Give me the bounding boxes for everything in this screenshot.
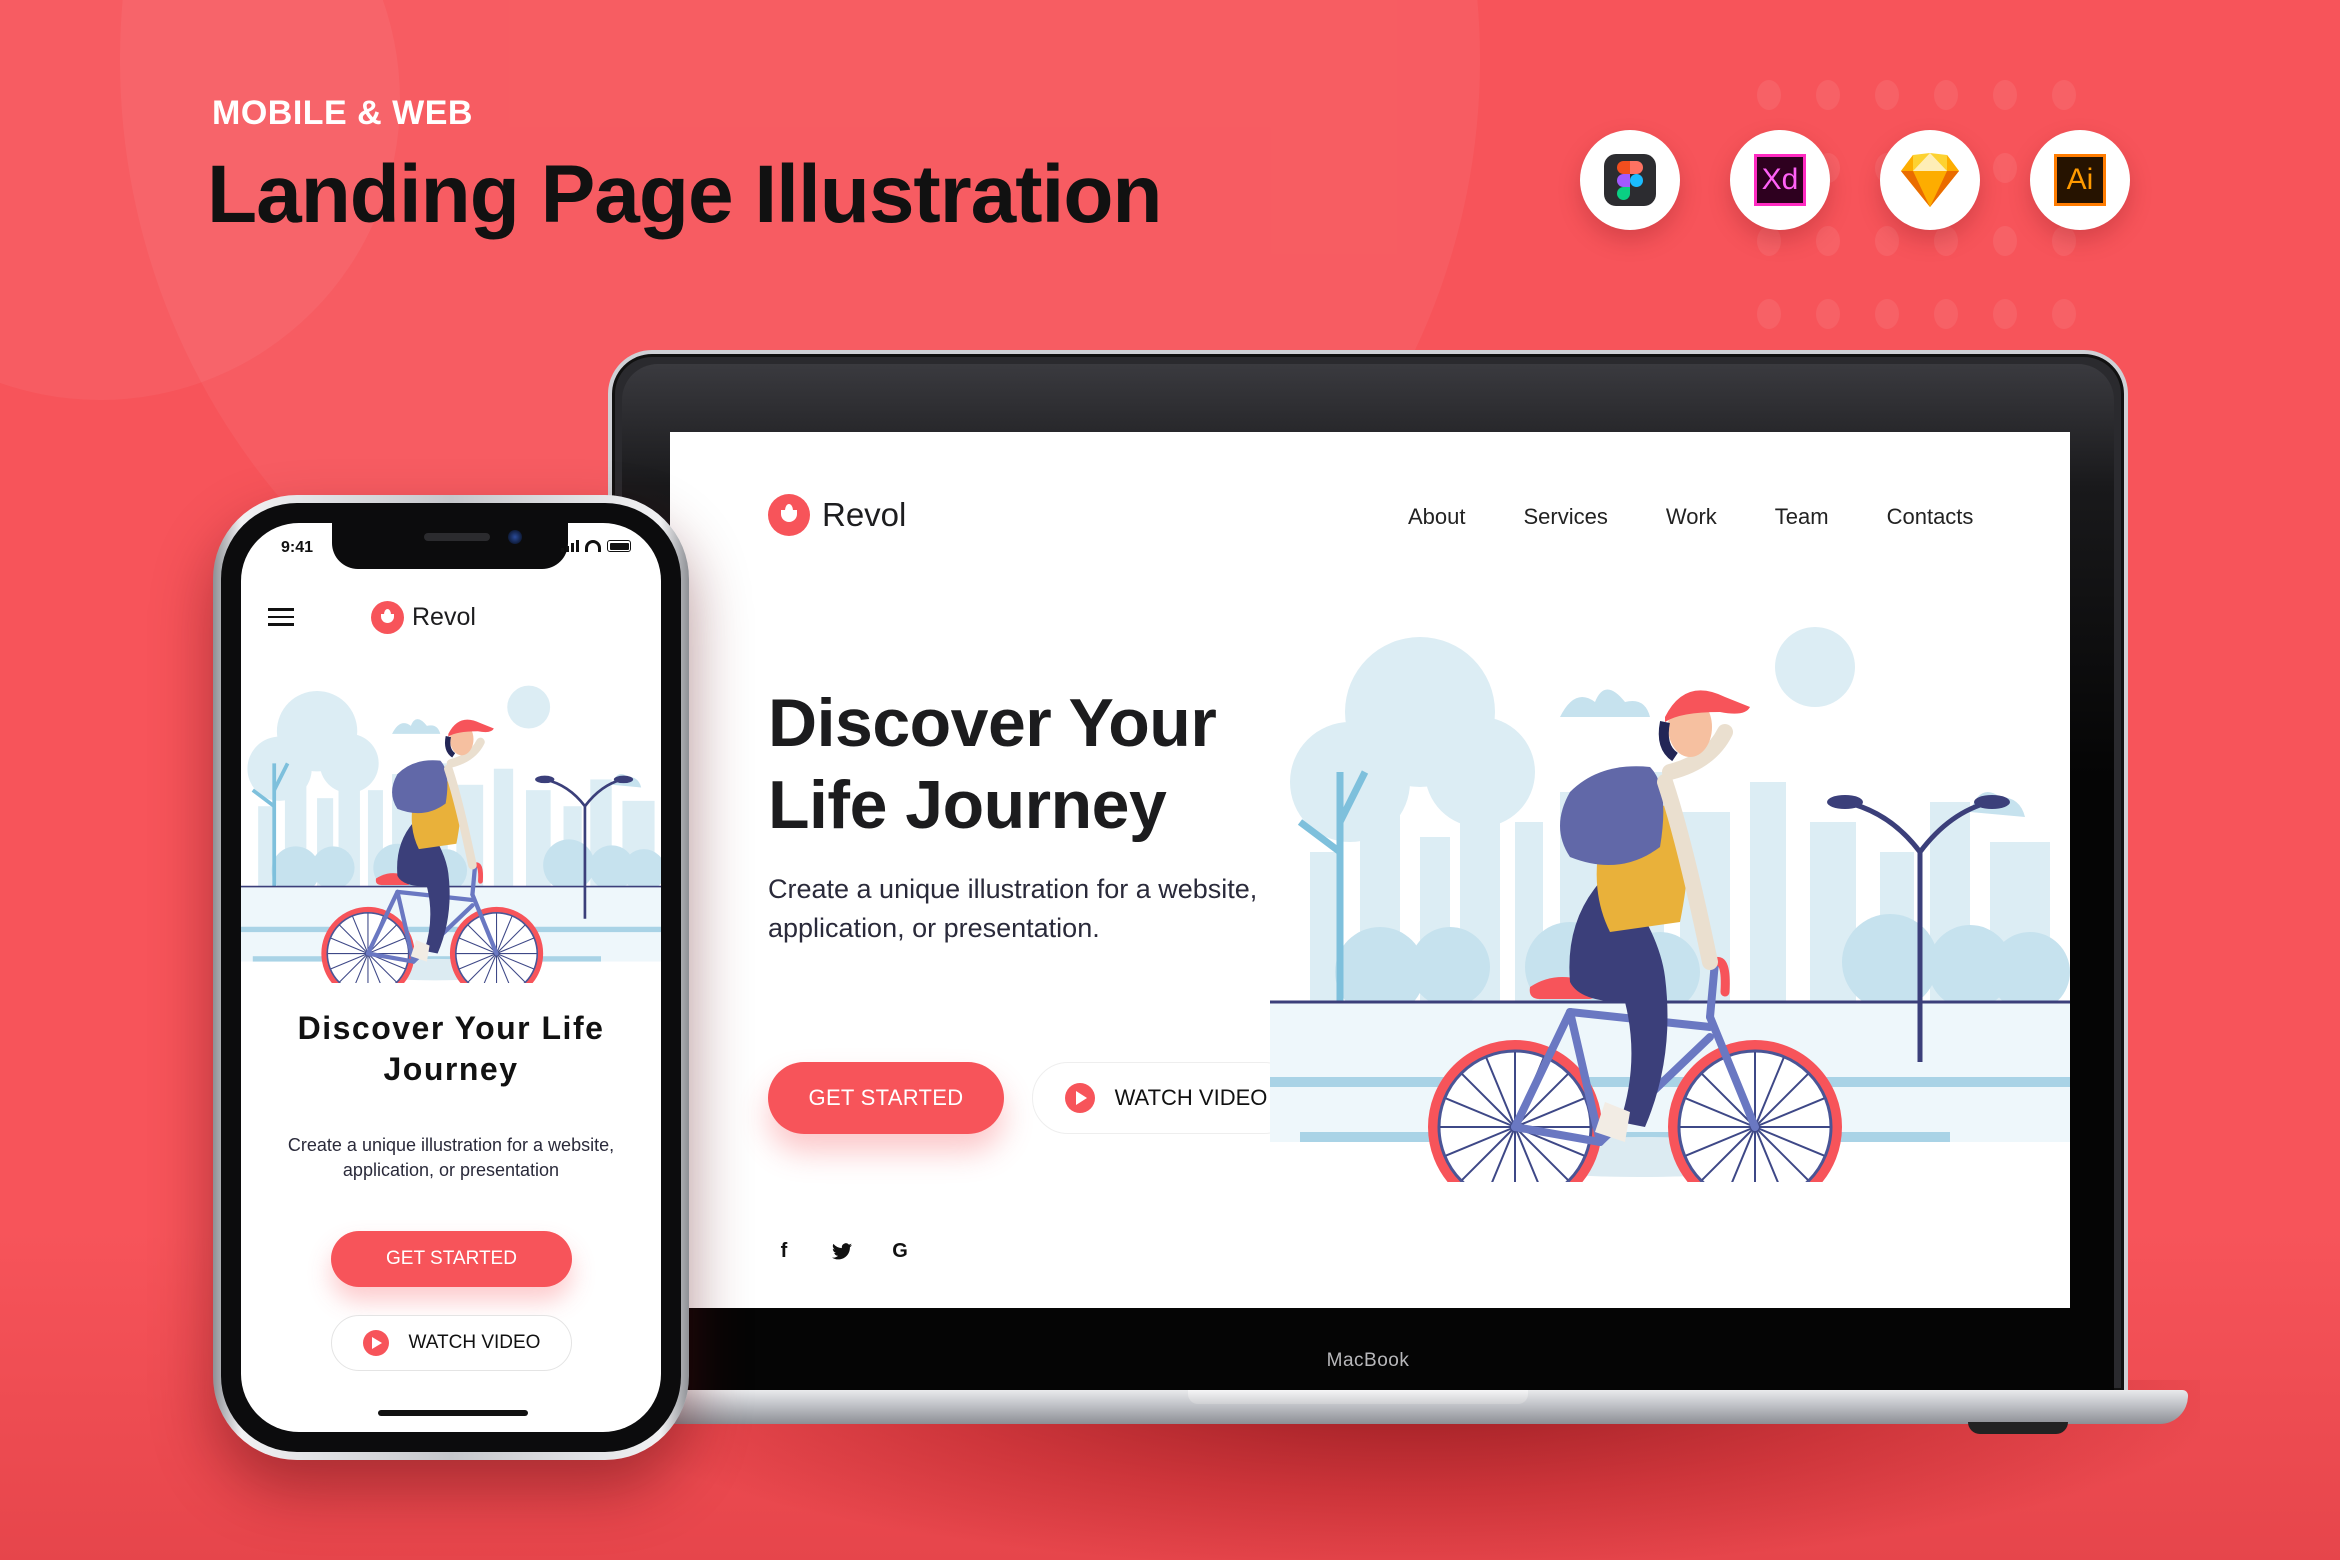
watch-video-label: WATCH VIDEO: [1114, 1085, 1268, 1110]
mobile-screen: 9:41 Revol Discover Your Life Journey Cr…: [241, 523, 661, 1432]
home-indicator: [378, 1410, 528, 1416]
tool-illustrator: Ai: [2030, 130, 2130, 230]
laptop-opening-notch: [1188, 1390, 1528, 1404]
eyebrow-label: MOBILE & WEB: [212, 94, 473, 132]
desktop-screen: Revol About Services Work Team Contacts …: [670, 432, 2070, 1308]
hero-subtitle-line: application, or presentation.: [768, 913, 1100, 943]
nav-services[interactable]: Services: [1524, 504, 1608, 530]
play-icon: [362, 1330, 389, 1356]
brand-name: Revol: [412, 603, 476, 631]
mobile-hero-title: Discover Your Life Journey: [241, 1008, 661, 1090]
nav-about[interactable]: About: [1408, 504, 1466, 530]
tool-sketch: [1880, 130, 1980, 230]
laptop-foot: [1968, 1422, 2068, 1434]
hero-title: Discover Your Life Journey: [768, 682, 1328, 846]
page-title: Landing Page Illustration: [207, 149, 1163, 240]
figma-icon: [1604, 154, 1656, 206]
main-nav: About Services Work Team Contacts: [1408, 504, 1973, 530]
tool-figma: [1580, 130, 1680, 230]
nav-work[interactable]: Work: [1666, 504, 1717, 530]
signal-icon: [561, 540, 579, 552]
hero-title-line: Life Journey: [768, 767, 1167, 843]
status-time: 9:41: [281, 539, 314, 556]
hamburger-menu-icon[interactable]: [268, 608, 294, 626]
logo-icon: [371, 601, 404, 634]
twitter-icon[interactable]: [832, 1243, 852, 1260]
mobile-logo[interactable]: Revol: [371, 601, 476, 634]
tool-badges: Xd Ai: [1580, 130, 2130, 230]
get-started-button[interactable]: GET STARTED: [768, 1062, 1004, 1134]
hero-subtitle-line: Create a unique illustration for a websi…: [287, 1135, 615, 1155]
hero-subtitle-line: Create a unique illustration for a websi…: [768, 874, 1258, 904]
illustrator-icon: Ai: [2054, 154, 2106, 206]
hero-subtitle-line: application, or presentation: [342, 1160, 560, 1180]
mobile-hero-subtitle: Create a unique illustration for a websi…: [261, 1133, 641, 1183]
device-label: MacBook: [1326, 1350, 1410, 1371]
hero-title-line: Discover Your Life: [297, 1010, 605, 1046]
google-icon[interactable]: G: [890, 1240, 910, 1263]
site-logo[interactable]: Revol: [768, 494, 906, 536]
mobile-get-started-button[interactable]: GET STARTED: [331, 1231, 572, 1287]
hero-subtitle: Create a unique illustration for a websi…: [768, 870, 1328, 948]
laptop-mockup: Revol About Services Work Team Contacts …: [588, 350, 2188, 1434]
battery-icon: [607, 540, 631, 552]
nav-contacts[interactable]: Contacts: [1887, 504, 1974, 530]
watch-video-button[interactable]: WATCH VIDEO: [1032, 1062, 1300, 1134]
phone-notch: [332, 523, 568, 569]
status-icons: [561, 540, 631, 552]
mobile-watch-video-button[interactable]: WATCH VIDEO: [331, 1315, 572, 1371]
hero-title-line: Discover Your: [768, 685, 1217, 761]
wifi-icon: [585, 540, 601, 552]
phone-mockup: 9:41 Revol Discover Your Life Journey Cr…: [213, 495, 689, 1460]
sketch-icon: [1901, 153, 1959, 207]
social-links: f G: [774, 1240, 910, 1263]
hero-title-line: Journey: [383, 1051, 519, 1087]
xd-icon: Xd: [1754, 154, 1806, 206]
camera-icon: [508, 530, 522, 544]
play-icon: [1064, 1083, 1095, 1113]
logo-icon: [768, 494, 810, 536]
cyclist-illustration: [1270, 627, 2070, 1182]
tool-xd: Xd: [1730, 130, 1830, 230]
nav-team[interactable]: Team: [1775, 504, 1829, 530]
watch-video-label: WATCH VIDEO: [408, 1332, 541, 1353]
facebook-icon[interactable]: f: [774, 1240, 794, 1263]
cyclist-illustration: [241, 685, 661, 983]
brand-name: Revol: [822, 496, 907, 533]
